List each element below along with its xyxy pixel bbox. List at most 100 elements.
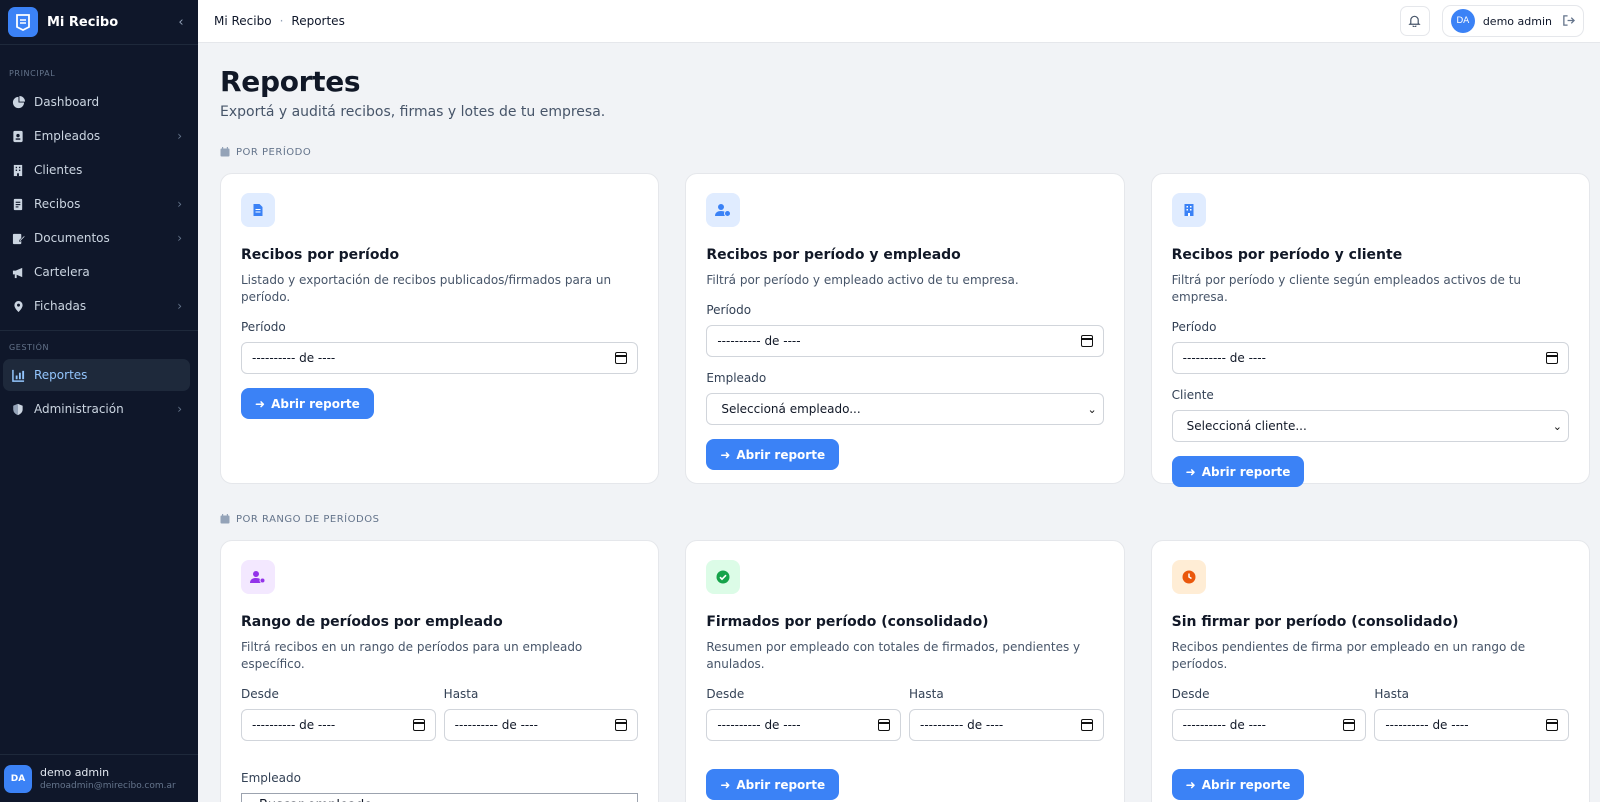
to-month-input[interactable]: ---------- de ---- bbox=[443, 709, 639, 741]
avatar: DA bbox=[1450, 9, 1475, 33]
dashboard-icon bbox=[11, 95, 25, 109]
user-name: demo admin bbox=[1482, 14, 1552, 28]
chevron-right-icon: › bbox=[177, 197, 182, 211]
breadcrumb-home[interactable]: Mi Recibo bbox=[214, 14, 272, 28]
to-label: Hasta bbox=[909, 687, 944, 701]
main-content: Reportes Exportá y auditá recibos, firma… bbox=[198, 43, 1600, 802]
chevron-right-icon: › bbox=[177, 299, 182, 313]
report-card-rango-empleado: Rango de períodos por empleado Filtrá re… bbox=[220, 540, 660, 802]
report-card-recibos-periodo-cliente: Recibos por período y cliente Filtrá por… bbox=[1150, 173, 1590, 487]
to-label: Hasta bbox=[443, 687, 479, 701]
sidebar-item-empleados[interactable]: Empleados › bbox=[3, 120, 190, 152]
app-logo-icon[interactable] bbox=[8, 7, 38, 37]
to-label: Hasta bbox=[1374, 687, 1410, 701]
arrow-right-icon: ➜ bbox=[720, 777, 731, 792]
building-icon bbox=[1171, 193, 1206, 227]
cards-por-periodo: Recibos por período Listado y exportació… bbox=[220, 173, 1590, 487]
calendar-icon[interactable] bbox=[1080, 335, 1093, 347]
from-label: Desde bbox=[706, 687, 745, 701]
sidebar-item-recibos[interactable]: Recibos › bbox=[3, 188, 190, 220]
report-card-firmados-consolidado: Firmados por período (consolidado) Resum… bbox=[685, 540, 1125, 802]
card-title: Recibos por período bbox=[241, 247, 400, 263]
from-month-input[interactable]: ---------- de ---- bbox=[1171, 709, 1367, 741]
sidebar-section-principal: PRINCIPAL bbox=[9, 69, 56, 78]
breadcrumb-separator: · bbox=[279, 14, 284, 28]
calendar-icon[interactable] bbox=[412, 719, 425, 731]
period-month-input[interactable]: ---------- de ---- bbox=[706, 325, 1104, 357]
map-pin-icon bbox=[11, 299, 25, 313]
sidebar-item-reportes[interactable]: Reportes bbox=[3, 359, 190, 391]
page-subtitle: Exportá y auditá recibos, firmas y lotes… bbox=[220, 104, 606, 120]
sidebar-item-label: Documentos bbox=[34, 231, 110, 245]
calendar-icon[interactable] bbox=[878, 719, 890, 731]
card-title: Recibos por período y cliente bbox=[1171, 247, 1403, 263]
card-title: Recibos por período y empleado bbox=[706, 247, 961, 263]
employee-search-input[interactable]: Buscar empleado... bbox=[241, 793, 639, 802]
sidebar-item-label: Recibos bbox=[34, 197, 81, 211]
sidebar-item-clientes[interactable]: Clientes bbox=[3, 154, 190, 186]
sidebar-item-label: Empleados bbox=[34, 129, 101, 143]
calendar-icon[interactable] bbox=[1080, 719, 1093, 731]
employee-label: Empleado bbox=[241, 771, 301, 785]
open-report-button[interactable]: ➜ Abrir reporte bbox=[706, 769, 840, 800]
cards-por-rango: Rango de períodos por empleado Filtrá re… bbox=[220, 540, 1590, 802]
user-name: demo admin bbox=[40, 766, 110, 779]
user-cog-icon bbox=[241, 560, 275, 594]
user-email: demoadmin@mirecibo.com.ar bbox=[40, 781, 176, 791]
client-select[interactable]: Seleccioná cliente... ⌄ bbox=[1171, 410, 1569, 442]
chevron-right-icon: › bbox=[177, 402, 182, 416]
clock-icon bbox=[1171, 560, 1206, 594]
card-description: Recibos pendientes de firma por empleado… bbox=[1171, 640, 1526, 671]
brand: Mi Recibo ‹ bbox=[0, 0, 198, 45]
open-report-button[interactable]: ➜ Abrir reporte bbox=[706, 439, 840, 470]
calendar-icon[interactable] bbox=[1545, 352, 1558, 364]
page-title: Reportes bbox=[220, 65, 361, 98]
sidebar-item-label: Fichadas bbox=[34, 299, 87, 313]
from-month-input[interactable]: ---------- de ---- bbox=[706, 709, 901, 741]
user-menu[interactable]: DA demo admin bbox=[1441, 5, 1584, 37]
sidebar-user[interactable]: DA demo admin demoadmin@mirecibo.com.ar bbox=[0, 754, 198, 802]
sidebar-item-fichadas[interactable]: Fichadas › bbox=[3, 290, 190, 322]
period-month-input[interactable]: ---------- de ---- bbox=[1171, 342, 1569, 374]
chevron-down-icon: ⌄ bbox=[1552, 419, 1562, 433]
building-icon bbox=[11, 163, 25, 177]
period-label: Período bbox=[706, 303, 752, 317]
calendar-icon bbox=[220, 514, 230, 524]
logout-icon[interactable] bbox=[1562, 12, 1575, 31]
megaphone-icon bbox=[11, 265, 25, 279]
calendar-icon[interactable] bbox=[615, 719, 628, 731]
to-month-input[interactable]: ---------- de ---- bbox=[1374, 709, 1569, 741]
period-month-input[interactable]: ---------- de ---- bbox=[241, 342, 639, 374]
sidebar-item-documentos[interactable]: Documentos › bbox=[3, 222, 190, 254]
sidebar-item-cartelera[interactable]: Cartelera bbox=[3, 256, 190, 288]
from-month-input[interactable]: ---------- de ---- bbox=[241, 709, 436, 741]
notifications-button[interactable] bbox=[1399, 6, 1430, 36]
open-report-button[interactable]: ➜ Abrir reporte bbox=[241, 388, 374, 419]
chevron-down-icon: ⌄ bbox=[1087, 402, 1097, 416]
employee-select[interactable]: Seleccioná empleado... ⌄ bbox=[706, 393, 1104, 425]
breadcrumb: Mi Recibo · Reportes bbox=[214, 14, 1400, 28]
topbar: Mi Recibo · Reportes DA demo admin bbox=[198, 0, 1600, 43]
card-description: Filtrá por período y empleado activo de … bbox=[706, 273, 1019, 287]
collapse-sidebar-icon[interactable]: ‹ bbox=[172, 15, 190, 30]
sidebar-item-administracion[interactable]: Administración › bbox=[3, 393, 190, 425]
sidebar-item-label: Administración bbox=[34, 402, 124, 416]
calendar-icon[interactable] bbox=[1546, 719, 1558, 731]
period-label: Período bbox=[241, 320, 286, 334]
receipt-icon bbox=[241, 193, 275, 227]
to-month-input[interactable]: ---------- de ---- bbox=[909, 709, 1104, 741]
group-label-por-rango: POR RANGO DE PERÍODOS bbox=[220, 512, 1590, 526]
client-label: Cliente bbox=[1171, 388, 1214, 402]
sidebar-item-dashboard[interactable]: Dashboard bbox=[3, 86, 190, 118]
sidebar-section-gestion: GESTIÓN bbox=[9, 343, 50, 352]
open-report-button[interactable]: ➜ Abrir reporte bbox=[1171, 456, 1305, 487]
sidebar-item-label: Reportes bbox=[34, 368, 88, 382]
card-title: Sin firmar por período (consolidado) bbox=[1171, 614, 1459, 630]
card-description: Filtrá por período y cliente según emple… bbox=[1171, 273, 1522, 304]
from-label: Desde bbox=[1171, 687, 1210, 701]
arrow-right-icon: ➜ bbox=[1185, 464, 1196, 479]
open-report-button[interactable]: ➜ Abrir reporte bbox=[1171, 769, 1305, 800]
employee-badge-icon bbox=[11, 129, 25, 143]
calendar-icon[interactable] bbox=[1343, 719, 1356, 731]
calendar-icon[interactable] bbox=[615, 352, 628, 364]
